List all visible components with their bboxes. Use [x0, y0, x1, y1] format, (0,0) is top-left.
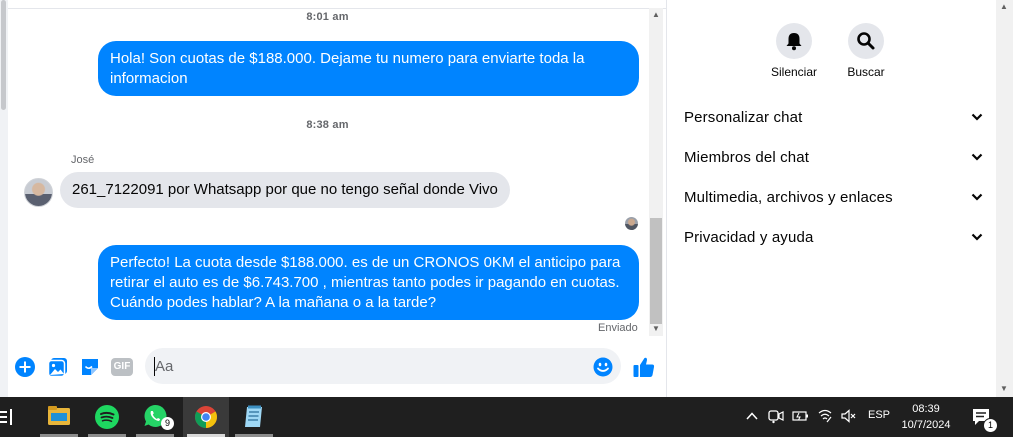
notepad-icon — [245, 405, 262, 427]
sender-name: José — [71, 154, 95, 166]
chat-top-border — [8, 0, 666, 9]
language-indicator[interactable]: ESP — [868, 409, 890, 421]
composer: GIF — [8, 340, 666, 397]
search-button[interactable] — [848, 23, 884, 59]
taskbar-whatsapp[interactable]: 9 — [132, 397, 178, 437]
menu-item-label: Personalizar chat — [684, 109, 803, 126]
scroll-up-arrow-icon[interactable]: ▲ — [649, 8, 663, 22]
chat-panel: 8:01 am Hola! Son cuotas de $188.000. De… — [0, 0, 666, 397]
chrome-icon — [195, 406, 217, 428]
taskbar: 9 ESP 08:39 10/7/2024 1 — [0, 397, 1013, 437]
mute-label: Silenciar — [770, 65, 818, 79]
menu-item-label: Privacidad y ayuda — [684, 229, 814, 246]
message-bubble-outgoing[interactable]: Perfecto! La cuota desde $188.000. es de… — [98, 245, 639, 320]
mute-button[interactable] — [776, 23, 812, 59]
message-bubble-incoming[interactable]: 261_7122091 por Whatsapp por que no teng… — [60, 172, 510, 208]
scroll-down-arrow-icon[interactable]: ▼ — [1000, 384, 1008, 393]
taskbar-file-explorer[interactable] — [36, 397, 82, 437]
message-input[interactable] — [145, 348, 621, 384]
chevron-down-icon — [971, 193, 983, 201]
menu-item-privacy-support[interactable]: Privacidad y ayuda — [684, 229, 984, 249]
menu-item-chat-members[interactable]: Miembros del chat — [684, 149, 984, 169]
bell-icon — [786, 33, 802, 51]
text-cursor — [154, 357, 155, 376]
task-view-icon[interactable] — [0, 409, 14, 425]
message-bubble-outgoing[interactable]: Hola! Son cuotas de $188.000. Dejame tu … — [98, 41, 639, 96]
notification-count-badge: 1 — [983, 418, 998, 433]
volume-muted-icon[interactable] — [840, 408, 856, 424]
menu-item-media-files-links[interactable]: Multimedia, archivos y enlaces — [684, 189, 984, 209]
chat-scrollbar[interactable]: ▲ ▼ — [649, 8, 663, 336]
avatar[interactable] — [24, 178, 53, 207]
plus-circle-icon[interactable] — [14, 356, 36, 378]
spotify-icon — [95, 405, 119, 429]
message-status: Enviado — [598, 322, 638, 334]
taskbar-spotify[interactable] — [84, 397, 130, 437]
taskbar-chrome[interactable] — [183, 397, 229, 437]
sticker-icon[interactable] — [79, 356, 101, 378]
scroll-up-arrow-icon[interactable]: ▲ — [1000, 2, 1008, 11]
chevron-up-icon[interactable] — [746, 411, 758, 421]
chat-scrollbar-thumb[interactable] — [650, 218, 662, 324]
timestamp: 8:01 am — [306, 11, 349, 23]
timestamp: 8:38 am — [306, 119, 349, 131]
scroll-down-arrow-icon[interactable]: ▼ — [649, 322, 663, 336]
seen-avatar — [625, 217, 638, 230]
gif-icon[interactable]: GIF — [111, 358, 133, 376]
clock-time: 08:39 — [912, 403, 940, 415]
emoji-icon[interactable] — [593, 357, 613, 377]
notification-badge: 9 — [161, 417, 174, 430]
search-label: Buscar — [847, 65, 885, 79]
clock-date: 10/7/2024 — [901, 419, 951, 431]
left-scrollbar[interactable] — [0, 0, 8, 397]
chevron-down-icon — [971, 153, 983, 161]
menu-item-customize-chat[interactable]: Personalizar chat — [684, 109, 984, 129]
wifi-icon[interactable] — [817, 407, 833, 423]
search-icon — [857, 32, 875, 50]
taskbar-notepad[interactable] — [231, 397, 277, 437]
clock[interactable]: 08:39 10/7/2024 — [896, 401, 956, 433]
page-scrollbar[interactable]: ▲ ▼ — [996, 0, 1013, 397]
chevron-down-icon — [971, 233, 983, 241]
menu-item-label: Multimedia, archivos y enlaces — [684, 189, 893, 206]
image-icon[interactable] — [47, 356, 69, 378]
like-icon[interactable] — [632, 355, 656, 379]
menu-item-label: Miembros del chat — [684, 149, 810, 166]
chevron-down-icon — [971, 113, 983, 121]
file-explorer-icon — [48, 406, 70, 425]
left-scrollbar-thumb[interactable] — [1, 0, 6, 110]
battery-icon[interactable] — [792, 409, 810, 423]
chat-info-panel: Silenciar Buscar Personalizar chat Miemb… — [666, 0, 996, 397]
meet-now-icon[interactable] — [768, 408, 784, 424]
